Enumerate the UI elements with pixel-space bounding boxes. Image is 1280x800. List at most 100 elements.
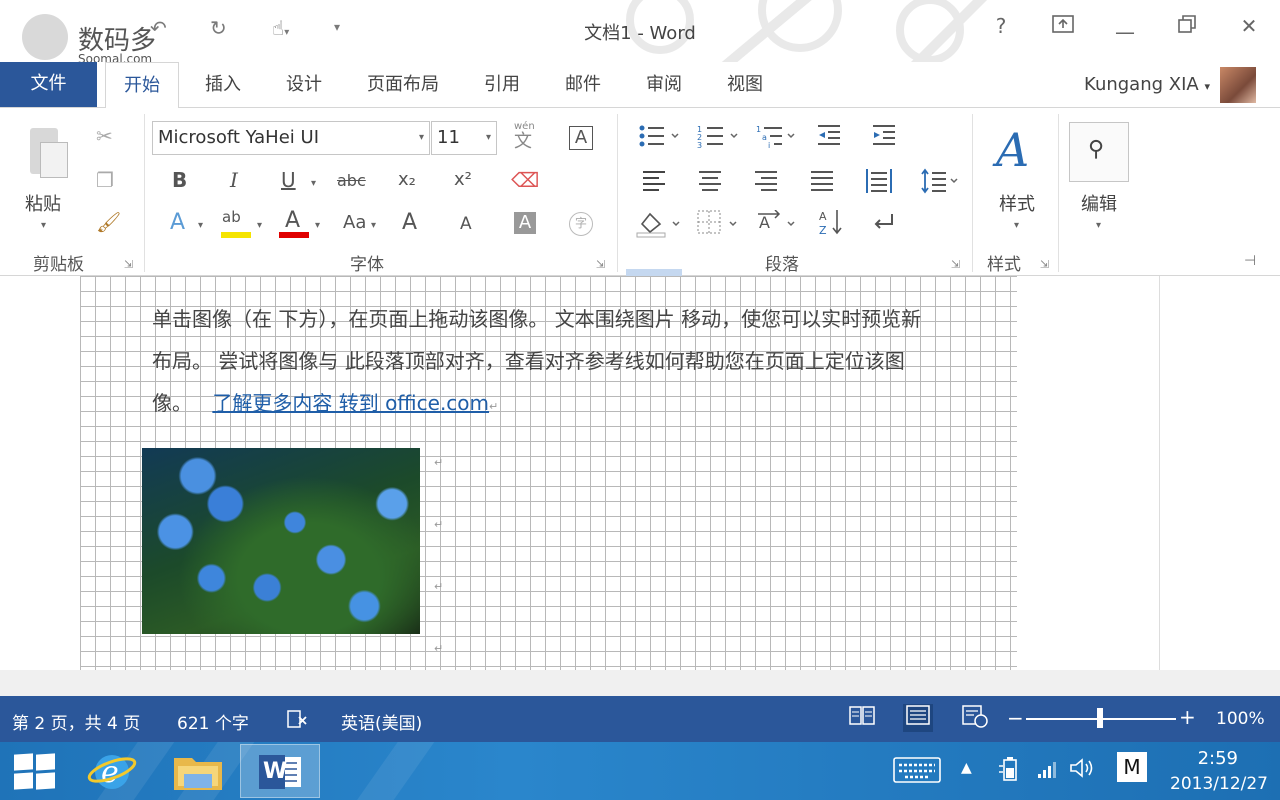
distributed-icon[interactable] xyxy=(866,168,892,194)
text-direction-icon[interactable]: A xyxy=(757,210,799,236)
underline-button[interactable]: U xyxy=(281,170,296,190)
minimize-button[interactable]: — xyxy=(1110,20,1140,44)
print-layout-icon[interactable] xyxy=(903,704,933,732)
styles-icon[interactable]: A xyxy=(996,123,1029,177)
tab-insert[interactable]: 插入 xyxy=(205,62,241,108)
tab-mailings[interactable]: 邮件 xyxy=(565,62,601,108)
zoom-slider-thumb[interactable] xyxy=(1097,708,1103,728)
editing-button-label[interactable]: 编辑 xyxy=(1081,190,1117,216)
change-case-dropdown-icon[interactable]: ▾ xyxy=(371,220,376,231)
enclose-characters-button[interactable]: 字 xyxy=(569,212,593,236)
read-mode-icon[interactable] xyxy=(847,704,877,732)
page-count[interactable]: 第 2 页，共 4 页 xyxy=(12,709,140,734)
start-button[interactable] xyxy=(14,753,56,790)
styles-button-label[interactable]: 样式 xyxy=(999,190,1035,216)
pin-ribbon-icon[interactable]: ⊣ xyxy=(1244,254,1256,268)
underline-dropdown-icon[interactable]: ▾ xyxy=(311,178,316,189)
word-taskbar-icon[interactable]: W xyxy=(240,744,320,798)
word-count[interactable]: 621 个字 xyxy=(177,709,249,734)
styles-launcher-icon[interactable]: ⇲ xyxy=(1040,258,1049,271)
strikethrough-button[interactable]: abc xyxy=(337,173,366,189)
numbering-icon[interactable]: 123 xyxy=(697,124,745,148)
zoom-in-button[interactable]: + xyxy=(1179,705,1196,729)
paragraph-launcher-icon[interactable]: ⇲ xyxy=(951,258,960,271)
shrink-font-button[interactable]: A xyxy=(460,216,472,233)
svg-text:1: 1 xyxy=(756,125,761,134)
body-paragraph[interactable]: 单击图像（在 下方），在页面上拖动该图像。 文本围绕图片 移动，使您可以实时预览… xyxy=(152,298,1022,428)
show-marks-icon[interactable] xyxy=(872,212,896,234)
editing-dropdown-icon[interactable]: ▾ xyxy=(1096,220,1101,231)
help-button[interactable]: ? xyxy=(986,14,1016,38)
superscript-button[interactable]: x² xyxy=(454,171,472,189)
cut-icon[interactable]: ✂ xyxy=(96,126,113,146)
tab-design[interactable]: 设计 xyxy=(286,62,322,108)
language-indicator[interactable]: 英语(美国) xyxy=(341,709,422,734)
network-signal-icon[interactable] xyxy=(1036,756,1060,785)
clock-time[interactable]: 2:59 xyxy=(1198,748,1238,769)
zoom-level[interactable]: 100% xyxy=(1216,709,1265,729)
change-case-button[interactable]: Aa xyxy=(343,214,366,232)
font-size-select[interactable]: 11 ▾ xyxy=(431,121,497,155)
account-menu[interactable]: Kungang XIA ▾ xyxy=(1084,62,1210,110)
tab-page-layout[interactable]: 页面布局 xyxy=(367,62,439,108)
tab-view[interactable]: 视图 xyxy=(727,62,763,108)
increase-indent-icon[interactable] xyxy=(871,124,897,148)
ribbon-display-options-icon[interactable] xyxy=(1048,14,1078,38)
sort-icon[interactable]: AZ xyxy=(818,208,844,236)
close-button[interactable]: ✕ xyxy=(1234,14,1264,38)
font-color-button[interactable]: A xyxy=(285,210,300,232)
italic-button[interactable]: I xyxy=(230,170,238,190)
touch-keyboard-icon[interactable] xyxy=(893,756,941,789)
subscript-button[interactable]: x₂ xyxy=(398,171,416,189)
text-effects-button[interactable]: A xyxy=(170,212,185,234)
grow-font-button[interactable]: A xyxy=(402,212,417,234)
office-link[interactable]: 了解更多内容 转到 office.com xyxy=(212,391,489,415)
volume-icon[interactable] xyxy=(1069,756,1097,785)
clock-date[interactable]: 2013/12/27 xyxy=(1170,774,1268,794)
file-explorer-icon[interactable] xyxy=(158,744,238,798)
copy-icon[interactable]: ❐ xyxy=(96,170,114,190)
show-hidden-icons[interactable]: ▲ xyxy=(961,760,972,776)
restore-button[interactable] xyxy=(1172,14,1202,38)
align-center-icon[interactable] xyxy=(698,170,722,192)
shading-icon[interactable] xyxy=(636,210,684,238)
font-name-select[interactable]: Microsoft YaHei UI ▾ xyxy=(152,121,430,155)
flower-image[interactable] xyxy=(142,448,420,634)
bold-button[interactable]: B xyxy=(172,170,187,190)
phonetic-guide-icon[interactable]: 文 xyxy=(514,133,532,151)
zoom-out-button[interactable]: − xyxy=(1007,706,1024,730)
highlight-button[interactable]: ab xyxy=(222,210,241,225)
decrease-indent-icon[interactable] xyxy=(816,124,842,148)
align-left-icon[interactable] xyxy=(642,170,666,192)
font-launcher-icon[interactable]: ⇲ xyxy=(596,258,605,271)
editing-button[interactable]: ⚲ xyxy=(1069,122,1129,182)
tab-references[interactable]: 引用 xyxy=(484,62,520,108)
font-color-dropdown-icon[interactable]: ▾ xyxy=(315,220,320,231)
borders-icon[interactable] xyxy=(697,210,745,236)
bullets-icon[interactable] xyxy=(638,124,686,148)
character-shading-button[interactable]: A xyxy=(514,212,536,234)
clear-formatting-icon[interactable]: ⌫ xyxy=(511,170,539,190)
styles-dropdown-icon[interactable]: ▾ xyxy=(1014,220,1019,231)
tab-review[interactable]: 审阅 xyxy=(646,62,682,108)
justify-icon[interactable] xyxy=(810,170,834,192)
highlight-dropdown-icon[interactable]: ▾ xyxy=(257,220,262,231)
tab-file[interactable]: 文件 xyxy=(0,62,97,107)
clipboard-launcher-icon[interactable]: ⇲ xyxy=(124,258,133,271)
tab-home[interactable]: 开始 xyxy=(105,62,179,109)
paste-icon[interactable] xyxy=(24,128,68,180)
text-effects-dropdown-icon[interactable]: ▾ xyxy=(198,220,203,231)
format-painter-icon[interactable]: 🖌 xyxy=(96,212,121,232)
align-right-icon[interactable] xyxy=(754,170,778,192)
battery-icon[interactable] xyxy=(998,756,1022,787)
web-layout-icon[interactable] xyxy=(960,704,990,732)
line-spacing-icon[interactable] xyxy=(920,168,962,194)
internet-explorer-icon[interactable]: e xyxy=(72,744,152,798)
proofing-icon[interactable] xyxy=(286,709,308,734)
character-border-icon[interactable]: A xyxy=(569,126,593,150)
paste-button-label[interactable]: 粘贴 xyxy=(25,190,61,216)
avatar[interactable] xyxy=(1220,67,1256,103)
multilevel-list-icon[interactable]: 1ai xyxy=(756,124,804,148)
input-method-indicator[interactable]: M xyxy=(1117,752,1147,782)
paste-dropdown-icon[interactable]: ▾ xyxy=(41,220,46,231)
